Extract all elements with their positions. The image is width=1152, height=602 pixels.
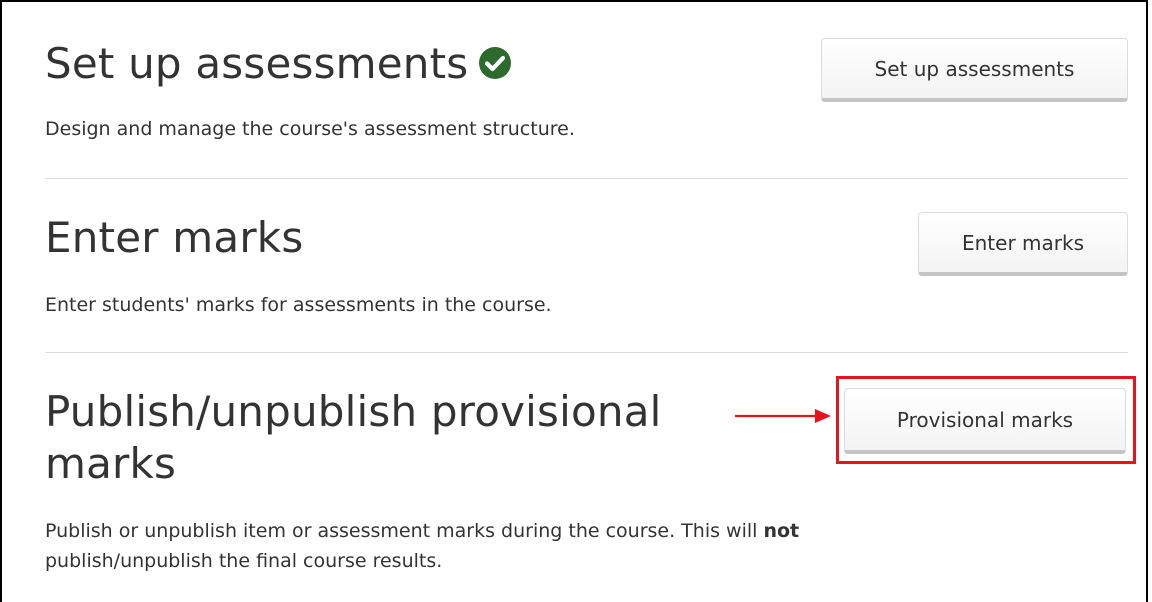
enter-marks-title: Enter marks: [45, 213, 304, 262]
setup-assessments-title: Set up assessments: [45, 38, 512, 90]
provisional-marks-description-bold: not: [763, 520, 800, 542]
provisional-marks-description-part1: Publish or unpublish item or assessment …: [45, 520, 764, 542]
section-enter-marks: Enter marks Enter marks Enter students' …: [45, 210, 1128, 340]
provisional-marks-title-line2: marks: [45, 439, 177, 488]
enter-marks-button[interactable]: Enter marks: [918, 212, 1128, 276]
section-divider: [45, 352, 1128, 353]
enter-marks-description: Enter students' marks for assessments in…: [45, 294, 552, 316]
section-setup-assessments: Set up assessments Set up assessments De…: [45, 34, 1128, 164]
annotation-highlight-box: [836, 376, 1136, 464]
setup-assessments-description: Design and manage the course's assessmen…: [45, 118, 575, 140]
provisional-marks-title: Publish/unpublish provisional marks: [45, 386, 662, 490]
section-divider: [45, 178, 1128, 179]
provisional-marks-description: Publish or unpublish item or assessment …: [45, 516, 1128, 576]
check-circle-icon: [479, 46, 512, 79]
setup-assessments-button[interactable]: Set up assessments: [821, 38, 1128, 102]
arrow-right-icon: [735, 409, 831, 423]
setup-assessments-title-text: Set up assessments: [45, 39, 469, 88]
provisional-marks-description-part2: publish/unpublish the final course resul…: [45, 550, 443, 572]
provisional-marks-title-line1: Publish/unpublish provisional: [45, 387, 662, 436]
